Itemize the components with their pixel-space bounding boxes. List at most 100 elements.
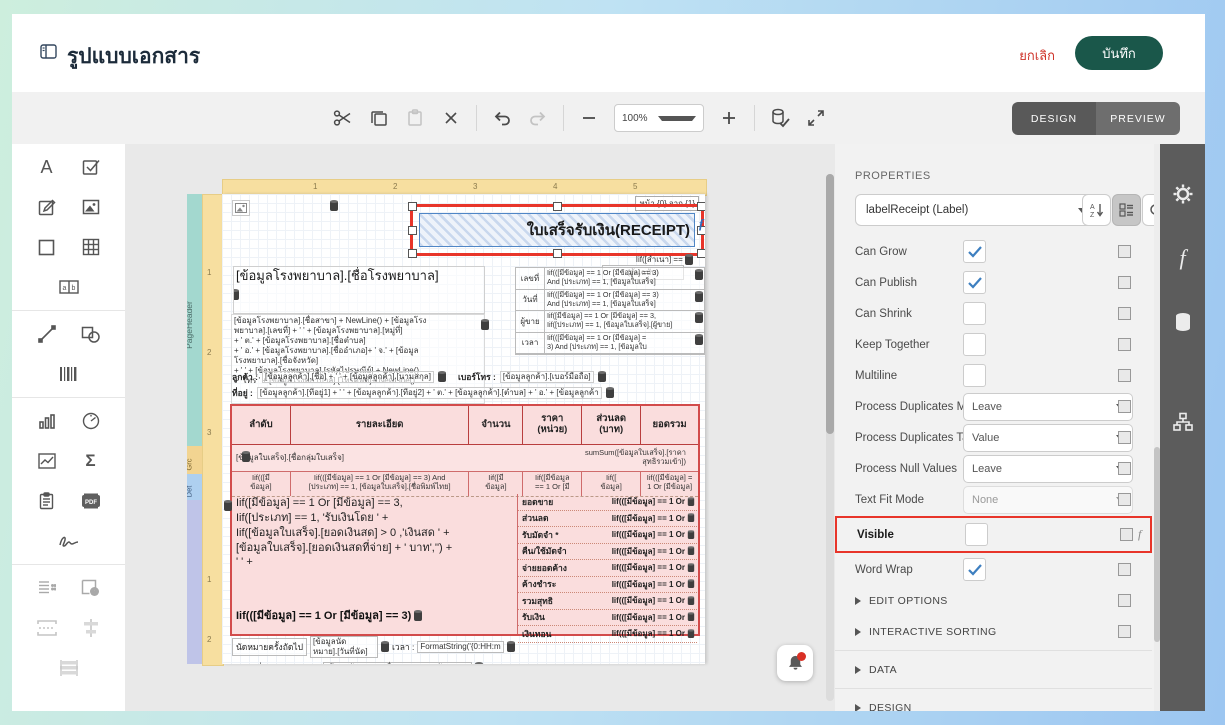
- table-tool[interactable]: [73, 232, 109, 262]
- summary-row[interactable]: รวมสุทธิ Iif(([มีข้อมูล] == 1 Or: [518, 593, 697, 610]
- summary-row[interactable]: ยอดขาย Iif(([มีข้อมูล] == 1 Or: [518, 494, 697, 511]
- property-mini-checkbox[interactable]: [1118, 625, 1131, 638]
- table-header-cell[interactable]: ยอดรวม: [641, 406, 698, 444]
- property-checkbox[interactable]: [963, 271, 986, 294]
- tab-design[interactable]: DESIGN: [1012, 102, 1096, 135]
- resize-handle[interactable]: [553, 202, 562, 211]
- band-align-tool[interactable]: [73, 613, 109, 643]
- gauge-tool[interactable]: [73, 406, 109, 436]
- copy-icon[interactable]: [368, 107, 390, 129]
- table-header-cell[interactable]: ราคา (หน่วย): [523, 406, 583, 444]
- property-mini-checkbox[interactable]: [1118, 400, 1131, 413]
- cells-tool[interactable]: ab: [51, 272, 87, 302]
- summary-row[interactable]: จ่ายยอดค้าง Iif(([มีข้อมูล] == 1 Or: [518, 560, 697, 577]
- property-select[interactable]: Leave: [963, 392, 1133, 421]
- document-field-row[interactable]: เลขที่ Iif(([มีข้อมูล] == 1 Or [มีข้อมูล…: [516, 268, 704, 290]
- functions-tab[interactable]: f: [1160, 236, 1205, 280]
- redo-icon[interactable]: [527, 107, 549, 129]
- save-button[interactable]: บันทึก: [1075, 36, 1163, 70]
- table-header-cell[interactable]: รายละเอียด: [291, 406, 470, 444]
- property-mini-checkbox[interactable]: [1118, 431, 1131, 444]
- property-checkbox[interactable]: [963, 364, 986, 387]
- property-mini-checkbox[interactable]: [1118, 369, 1131, 382]
- image-placeholder[interactable]: [232, 200, 250, 216]
- paste-icon[interactable]: [404, 107, 426, 129]
- detail-cell[interactable]: Iif([มีข้อมูล == 1 Or [มี: [523, 472, 583, 496]
- zoom-select[interactable]: 100%: [614, 104, 704, 132]
- band-stack-tool[interactable]: [51, 653, 87, 683]
- category-view-button[interactable]: [1112, 194, 1141, 226]
- table-header-cell[interactable]: ส่วนลด (บาท): [582, 406, 642, 444]
- appointment-reason-row[interactable]: สาเหตุที่นัด : [ข้อมูลนัดหมาย].[ชื่อประเ…: [232, 660, 484, 664]
- property-mini-checkbox[interactable]: [1118, 307, 1131, 320]
- cut-icon[interactable]: [332, 107, 354, 129]
- summary-row[interactable]: รับมัดจำ * Iif(([มีข้อมูล] == 1 Or: [518, 527, 697, 544]
- property-checkbox[interactable]: [963, 240, 986, 263]
- section-edit-options[interactable]: EDIT OPTIONS: [835, 585, 1152, 616]
- image-tool[interactable]: [73, 192, 109, 222]
- text-tool[interactable]: A: [29, 152, 65, 182]
- bold-expression[interactable]: Iif(([มีข้อมูล] == 1 Or [มีข้อมูล] == 3): [236, 606, 423, 624]
- property-mini-checkbox[interactable]: [1118, 563, 1131, 576]
- customer-row[interactable]: ลูกค้า : [ข้อมูลลูกค้า].[ชื่อ] + ' ' + […: [232, 370, 702, 384]
- payment-cell[interactable]: Iif([มีข้อมูล] == 1 Or [มีข้อมูล] == 3, …: [224, 494, 517, 634]
- zoom-out-icon[interactable]: [578, 107, 600, 129]
- zoom-in-icon[interactable]: [718, 107, 740, 129]
- items-table[interactable]: ลำดับ รายละเอียด จำนวน ราคา (หน่วย) ส่วนลด (…: [224, 404, 700, 643]
- element-selector[interactable]: labelReceipt (Label): [855, 194, 1097, 226]
- property-checkbox[interactable]: [963, 333, 986, 356]
- panel-tool[interactable]: [29, 232, 65, 262]
- checkbox-tool[interactable]: [73, 152, 109, 182]
- resize-handle[interactable]: [697, 202, 705, 211]
- validate-data-icon[interactable]: [769, 107, 791, 129]
- summary-row[interactable]: เงินทอน Iif(([มีข้อมูล] == 1 Or: [518, 626, 697, 643]
- document-field-row[interactable]: ผู้ขาย Iif([มีข้อมูล] == 1 Or [มีข้อมูล]…: [516, 311, 704, 333]
- detail-cell[interactable]: Iif(([มีข้อมูล] = 1 Or [มีข้อมูล]: [641, 472, 698, 496]
- document-field-row[interactable]: วันที่ Iif(([มีข้อมูล] == 1 Or [มีข้อมูล…: [516, 289, 704, 311]
- band-footer[interactable]: [187, 500, 202, 664]
- resize-handle[interactable]: [553, 249, 562, 258]
- section-data[interactable]: DATA: [835, 654, 1152, 685]
- undo-icon[interactable]: [491, 107, 513, 129]
- detail-cell[interactable]: Iif(([มีข้อมูล] == 1 Or [มีข้อมูล] == 3)…: [291, 472, 470, 496]
- notification-bell-button[interactable]: [777, 645, 813, 681]
- property-checkbox[interactable]: [963, 302, 986, 325]
- hierarchy-tab[interactable]: [1160, 400, 1205, 444]
- detail-cell[interactable]: Iif([ ข้อมูล]: [582, 472, 642, 496]
- band-detail[interactable]: Det: [187, 474, 202, 500]
- band-tool[interactable]: [29, 613, 65, 643]
- line-tool[interactable]: [29, 319, 65, 349]
- property-checkbox[interactable]: [965, 523, 988, 546]
- sort-az-button[interactable]: AZ: [1082, 194, 1111, 226]
- property-mini-checkbox[interactable]: [1120, 528, 1133, 541]
- document-field-row[interactable]: เวลา Iif(([มีข้อมูล] == 1 Or [มีข้อมูล] …: [516, 332, 704, 354]
- list-tool[interactable]: [29, 573, 65, 603]
- property-mini-checkbox[interactable]: [1118, 462, 1131, 475]
- property-checkbox[interactable]: [963, 558, 986, 581]
- resize-handle[interactable]: [408, 202, 417, 211]
- appointment-row[interactable]: นัดหมายครั้งถัดไป [ข้อมูลนัด หมาย].[วันท…: [232, 636, 515, 658]
- summary-row[interactable]: ส่วนลด Iif(([มีข้อมูล] == 1 Or: [518, 511, 697, 527]
- property-mini-checkbox[interactable]: [1118, 276, 1131, 289]
- band-pageheader[interactable]: PageHeader: [187, 194, 202, 446]
- delete-icon[interactable]: [440, 107, 462, 129]
- sum-tool[interactable]: Σ: [73, 446, 109, 476]
- section-design[interactable]: DESIGN: [835, 692, 1152, 711]
- scrollbar-thumb[interactable]: [826, 174, 834, 434]
- property-select[interactable]: Leave: [963, 454, 1133, 483]
- table-header-cell[interactable]: จำนวน: [469, 406, 524, 444]
- data-source-tab[interactable]: [1160, 300, 1205, 344]
- property-select[interactable]: None: [963, 485, 1133, 514]
- section-interactive-sorting[interactable]: INTERACTIVE SORTING: [835, 616, 1152, 647]
- signature-tool[interactable]: [51, 526, 87, 556]
- bar-chart-tool[interactable]: [29, 406, 65, 436]
- group-row[interactable]: [ข้อมูลใบเสร็จ].[ชื่อกลุ่มใบเสร็จ] sumSu…: [232, 445, 698, 472]
- property-mini-checkbox[interactable]: [1118, 493, 1131, 506]
- summary-row[interactable]: ค้างชำระ Iif(([มีข้อมูล] == 1 Or: [518, 577, 697, 593]
- receipt-title-label[interactable]: ใบเสร็จรับเงิน(RECEIPT): [419, 213, 695, 247]
- shape-tool[interactable]: [73, 319, 109, 349]
- fullscreen-icon[interactable]: [805, 107, 827, 129]
- hospital-name-label[interactable]: [ข้อมูลโรงพยาบาล].[ชื่อโรงพยาบาล]: [233, 266, 485, 314]
- resize-handle[interactable]: [697, 249, 705, 258]
- shape-info-tool[interactable]: i: [73, 573, 109, 603]
